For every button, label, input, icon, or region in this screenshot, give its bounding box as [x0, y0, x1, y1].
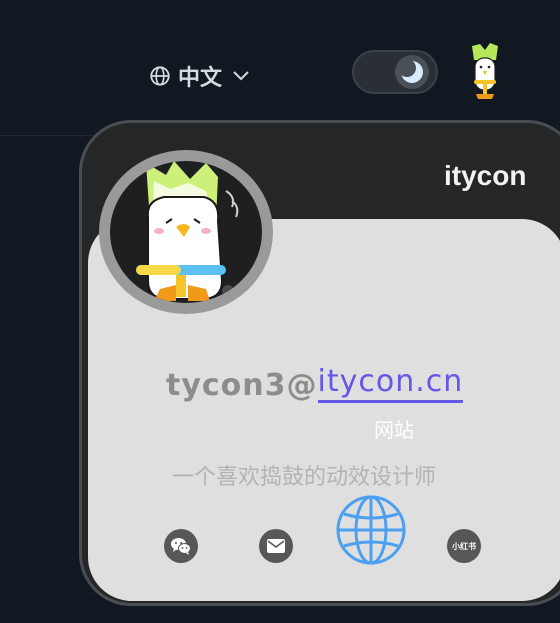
website-link[interactable]: itycon.cn: [317, 364, 464, 403]
website-label: 网站: [374, 418, 414, 442]
moon-icon: [399, 59, 423, 83]
theme-toggle-knob: [395, 55, 429, 89]
profile-tagline: 一个喜欢捣鼓的动效设计师: [172, 465, 437, 490]
theme-toggle[interactable]: [352, 50, 438, 94]
xiaohongshu-icon: 小红书: [452, 541, 476, 551]
language-label: 中文: [178, 66, 223, 91]
globe-icon: [150, 66, 170, 86]
email-user: tycon3@: [166, 368, 318, 403]
wechat-icon: [171, 538, 191, 555]
email-address: tycon3@ itycon.cn: [166, 357, 464, 403]
avatar: [99, 150, 273, 314]
chevron-down-icon: [233, 71, 249, 81]
mascot-avatar-icon: [136, 161, 239, 301]
wechat-button[interactable]: [164, 529, 198, 563]
mascot-icon[interactable]: [466, 42, 504, 102]
language-selector[interactable]: 中文: [149, 62, 251, 91]
website-globe-icon[interactable]: [335, 494, 407, 566]
mail-icon: [267, 539, 285, 553]
email-button[interactable]: [259, 529, 293, 563]
profile-name: itycon: [444, 160, 527, 191]
xiaohongshu-button[interactable]: 小红书: [447, 529, 481, 563]
